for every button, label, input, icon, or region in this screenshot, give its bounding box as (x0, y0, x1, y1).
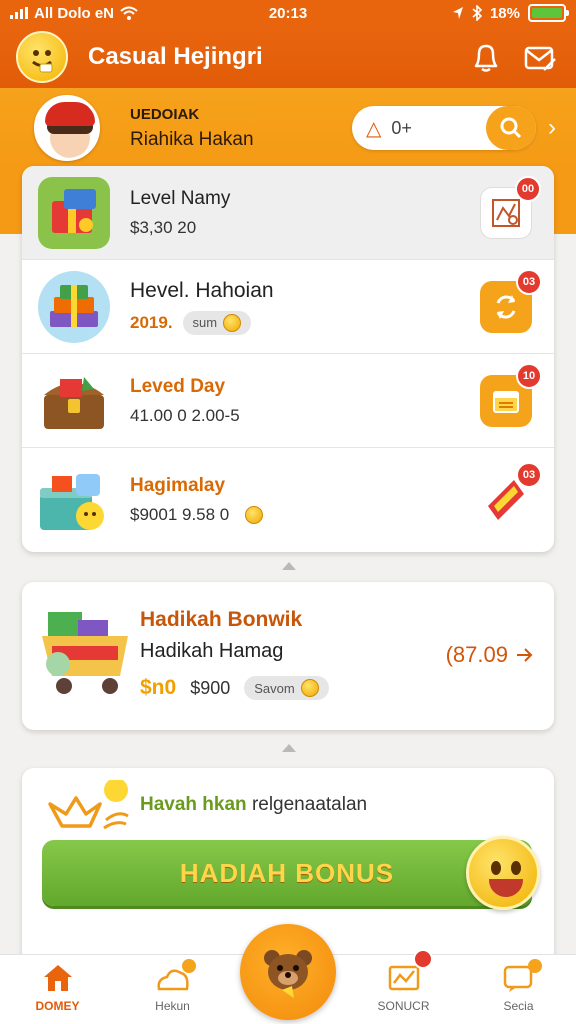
nav-label: DOMEY (35, 999, 80, 1013)
promo-title: Hadikah Bonwik (140, 608, 303, 631)
nav-label: Hekun (155, 999, 190, 1013)
status-left: All Dolo eN (10, 5, 210, 22)
bonus-text: relgenaatalan (251, 794, 368, 815)
list-item-title: Leved Day (130, 375, 226, 397)
home-icon (43, 965, 72, 991)
divider-arrow (282, 744, 296, 752)
promo-card[interactable]: Hadikah Bonwik Hadikah Hamag $n0 $900 Sa… (22, 582, 554, 730)
nav-sonucr[interactable]: SONUCR (346, 949, 461, 1024)
profile-subtitle: Riahika Hakan (130, 128, 254, 150)
profile-text: UEDOIAK Riahika Hakan (130, 106, 352, 151)
coin-chip: sum (182, 310, 252, 335)
crown-icon (46, 778, 136, 840)
refresh-button[interactable]: 03 (480, 268, 542, 333)
center-action-button[interactable] (240, 924, 336, 1020)
arrow-right-icon (517, 648, 533, 662)
nav-label: SONUCR (377, 999, 430, 1013)
nav-dot (528, 959, 542, 973)
nav-dot (182, 959, 196, 973)
notification-badge: 03 (516, 462, 542, 488)
status-time: 20:13 (268, 4, 308, 22)
bonus-button[interactable]: HADIAH BONUS (42, 840, 532, 906)
promo-subtitle: Hadikah Hamag (140, 640, 284, 662)
profile-bar: UEDOIAK Riahika Hakan △ 0+ › (0, 88, 576, 168)
warning-icon: △ (366, 117, 382, 140)
notification-badge: 03 (516, 268, 542, 295)
notification-badge: 10 (516, 362, 542, 389)
coin-icon (223, 313, 242, 332)
app-title: Casual Hejingri (88, 43, 263, 70)
map-icon (492, 198, 520, 227)
nav-home[interactable]: DOMEY (0, 955, 115, 1024)
level-list: Level Namy $3,30 20 00 Hevel. Hahoian 20… (22, 166, 554, 552)
chart-board-icon (388, 965, 419, 991)
app-header: Casual Hejingri (0, 26, 576, 88)
calendar-button[interactable]: 10 (480, 362, 542, 427)
list-item-detail: 2019. (130, 312, 173, 332)
refresh-icon (496, 294, 516, 319)
divider-arrow (282, 562, 296, 570)
app-logo-icon (16, 31, 68, 83)
game-box-icon (38, 464, 110, 536)
nav-hekun[interactable]: Hekun (115, 955, 230, 1024)
promo-price[interactable]: (87.09 (446, 642, 534, 668)
coin-icon (245, 506, 264, 524)
chip-label: Savom (254, 680, 295, 696)
bonus-text-highlight: Havah hkan (140, 794, 247, 815)
map-button[interactable]: 00 (480, 175, 541, 239)
coin-icon (300, 679, 319, 697)
coin-chip: Savom (244, 676, 329, 700)
search-value: 0+ (391, 117, 412, 138)
gift-box-icon (38, 176, 110, 249)
signal-icon (10, 7, 28, 19)
list-item-detail: $9001 9.58 0 (130, 505, 230, 524)
shopping-cart-icon (38, 606, 142, 696)
gift-stack-icon (38, 270, 110, 343)
chevron-right-icon[interactable]: › (548, 114, 556, 142)
search-button[interactable] (486, 106, 536, 150)
ticket-button[interactable]: 03 (480, 462, 542, 526)
smiley-icon (466, 836, 540, 910)
price-label: (87.09 (445, 642, 508, 667)
profile-name: UEDOIAK (130, 105, 200, 123)
nav-badge (413, 949, 433, 969)
bear-mascot-icon (264, 950, 312, 998)
mail-icon (524, 46, 556, 71)
list-item[interactable]: Hevel. Hahoian 2019. sum 03 (22, 260, 554, 354)
promo-amount: $900 (190, 677, 231, 698)
location-icon (452, 7, 463, 19)
battery-percent: 18% (489, 4, 520, 22)
carrier-label: All Dolo eN (34, 4, 115, 22)
list-item[interactable]: Level Namy $3,30 20 00 (22, 166, 554, 260)
avatar[interactable] (34, 95, 100, 161)
nav-label: Secia (503, 999, 534, 1013)
treasure-chest-icon (38, 365, 110, 437)
notification-button[interactable] (466, 37, 506, 77)
notification-badge: 00 (515, 175, 541, 202)
search-icon (500, 117, 522, 139)
list-item-detail: 41.00 0 2.00-5 (130, 405, 240, 425)
wifi-icon (120, 6, 138, 20)
calendar-icon (493, 390, 519, 413)
list-item-title: Hagimalay (130, 475, 226, 496)
search-pill[interactable]: △ 0+ (352, 106, 536, 150)
list-item-title: Hevel. Hahoian (130, 278, 274, 302)
promo-highlight: $n0 (140, 676, 177, 699)
list-item[interactable]: Leved Day 41.00 0 2.00-5 10 (22, 354, 554, 448)
nav-secia[interactable]: Secia (461, 955, 576, 1024)
list-item-detail: $3,30 20 (130, 217, 197, 237)
list-item-title: Level Namy (130, 187, 231, 209)
status-bar: All Dolo eN 20:13 18% (0, 0, 576, 26)
message-button[interactable] (520, 37, 560, 77)
bell-icon (474, 44, 498, 72)
bluetooth-icon (472, 5, 482, 21)
battery-icon (528, 4, 569, 22)
list-item[interactable]: Hagimalay $9001 9.58 0 03 (22, 448, 554, 552)
chip-label: sum (192, 315, 218, 330)
status-right: 18% (366, 4, 569, 22)
